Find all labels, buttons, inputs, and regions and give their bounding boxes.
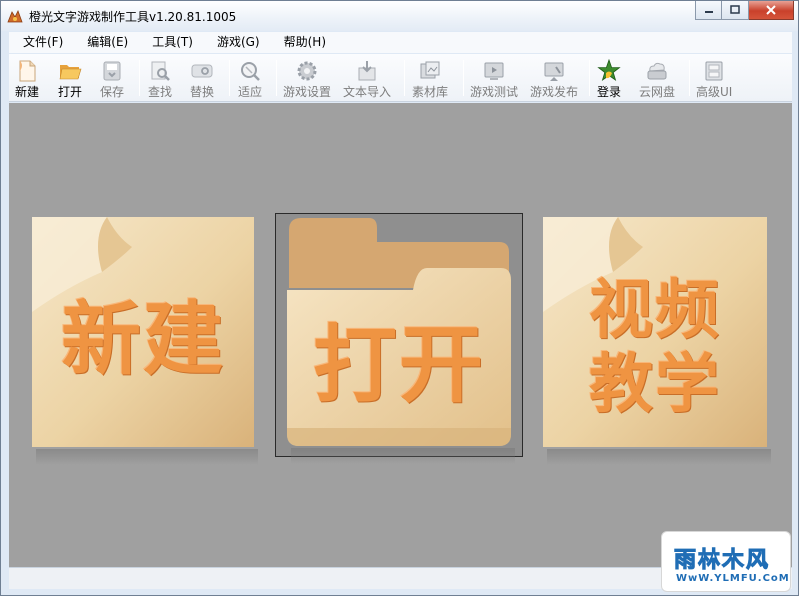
video-tutorial-card[interactable]: 视频 教学 bbox=[543, 217, 771, 465]
save-icon bbox=[103, 61, 121, 81]
maximize-icon bbox=[730, 5, 740, 14]
asset-library-button[interactable]: 素材库 bbox=[412, 56, 448, 100]
asset-library-label: 素材库 bbox=[412, 85, 449, 99]
video-card-label-line2: 教学 bbox=[589, 348, 721, 422]
cloud-drive-icon bbox=[647, 62, 667, 80]
publish-icon bbox=[544, 62, 564, 81]
menu-game[interactable]: 游戏(G) bbox=[203, 32, 270, 53]
find-button[interactable]: 查找 bbox=[148, 56, 172, 100]
login-button[interactable]: 登录 bbox=[597, 56, 621, 100]
watermark-url: WwW.YLMFU.CoM bbox=[676, 573, 790, 584]
app-logo-icon bbox=[7, 8, 23, 24]
menu-edit[interactable]: 编辑(E) bbox=[73, 32, 138, 53]
new-project-card[interactable]: 新建 bbox=[32, 217, 258, 465]
text-import-icon bbox=[358, 61, 376, 81]
replace-button[interactable]: 替换 bbox=[190, 56, 214, 100]
toolbar-separator bbox=[139, 60, 140, 96]
toolbar-separator bbox=[229, 60, 230, 96]
close-button[interactable] bbox=[749, 1, 794, 20]
menu-bar: 文件(F) 编辑(E) 工具(T) 游戏(G) 帮助(H) bbox=[9, 32, 792, 53]
login-star-icon bbox=[597, 59, 621, 81]
open-label: 打开 bbox=[58, 85, 83, 99]
open-folder-icon bbox=[59, 65, 82, 80]
replace-icon bbox=[191, 64, 213, 78]
game-settings-button[interactable]: 游戏设置 bbox=[283, 56, 331, 100]
toolbar-separator bbox=[689, 60, 690, 96]
toolbar-separator bbox=[463, 60, 464, 96]
app-window: 橙光文字游戏制作工具v1.20.81.1005 文件(F) 编辑(E) 工具(T… bbox=[0, 0, 799, 596]
watermark-logo: 雨林木风 WwW.YLMFU.CoM bbox=[661, 531, 791, 592]
card-shadow bbox=[547, 449, 771, 465]
replace-label: 替换 bbox=[190, 85, 215, 99]
asset-library-icon bbox=[420, 61, 440, 79]
fit-button[interactable]: 适应 bbox=[238, 56, 262, 100]
card-shadow bbox=[291, 448, 515, 464]
text-import-button[interactable]: 文本导入 bbox=[343, 56, 391, 100]
fit-label: 适应 bbox=[238, 85, 263, 99]
watermark-text: 雨林木风 bbox=[673, 548, 771, 574]
toolbar-separator bbox=[276, 60, 277, 96]
text-import-label: 文本导入 bbox=[343, 85, 392, 99]
save-label: 保存 bbox=[100, 85, 125, 99]
game-publish-button[interactable]: 游戏发布 bbox=[530, 56, 578, 100]
toolbar-separator bbox=[589, 60, 590, 96]
workspace: 新建 打开 视频 教学 bbox=[9, 103, 792, 567]
play-test-icon bbox=[484, 62, 504, 80]
toolbar: 新建 打开 保存 查找 替换 适应 游戏设置 文本导入 素材库 游戏测试 游戏发… bbox=[9, 54, 792, 102]
game-settings-label: 游戏设置 bbox=[283, 85, 332, 99]
open-button[interactable]: 打开 bbox=[58, 56, 82, 100]
card-shadow bbox=[36, 449, 258, 465]
advanced-ui-icon bbox=[705, 61, 723, 81]
new-label: 新建 bbox=[15, 85, 40, 99]
toolbar-separator bbox=[404, 60, 405, 96]
new-card-label: 新建 bbox=[61, 293, 225, 386]
game-test-label: 游戏测试 bbox=[470, 85, 519, 99]
video-card-label-line1: 视频 bbox=[589, 274, 721, 348]
new-button[interactable]: 新建 bbox=[15, 56, 39, 100]
find-icon bbox=[151, 61, 170, 81]
maximize-button[interactable] bbox=[722, 1, 749, 20]
open-project-card[interactable]: 打开 bbox=[287, 218, 515, 464]
close-icon bbox=[766, 5, 776, 15]
open-card-label: 打开 bbox=[312, 316, 485, 414]
game-test-button[interactable]: 游戏测试 bbox=[470, 56, 518, 100]
cloud-drive-button[interactable]: 云网盘 bbox=[639, 56, 675, 100]
cloud-drive-label: 云网盘 bbox=[639, 85, 676, 99]
game-publish-label: 游戏发布 bbox=[530, 85, 579, 99]
advanced-ui-button[interactable]: 高级UI bbox=[696, 56, 732, 100]
menu-tools[interactable]: 工具(T) bbox=[138, 32, 203, 53]
window-controls bbox=[695, 1, 794, 21]
new-document-icon bbox=[19, 60, 36, 82]
window-title: 橙光文字游戏制作工具v1.20.81.1005 bbox=[29, 10, 237, 24]
save-button[interactable]: 保存 bbox=[100, 56, 124, 100]
minimize-button[interactable] bbox=[695, 1, 722, 20]
menu-help[interactable]: 帮助(H) bbox=[270, 32, 336, 53]
title-bar[interactable]: 橙光文字游戏制作工具v1.20.81.1005 bbox=[1, 1, 798, 31]
minimize-icon bbox=[704, 11, 713, 13]
fit-zoom-icon bbox=[241, 62, 260, 81]
login-label: 登录 bbox=[597, 85, 622, 99]
menu-file[interactable]: 文件(F) bbox=[9, 32, 73, 53]
advanced-ui-label: 高级UI bbox=[696, 85, 733, 99]
gear-icon bbox=[297, 61, 317, 81]
find-label: 查找 bbox=[148, 85, 173, 99]
